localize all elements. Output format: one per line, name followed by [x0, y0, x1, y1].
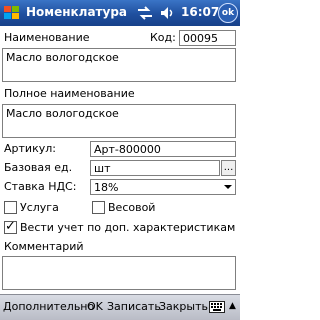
code-field[interactable]: 00095 — [179, 30, 236, 46]
bottom-toolbar: Дополнительно OK Записать Закрыть ▲ — [0, 294, 240, 320]
track-characteristics-checkbox[interactable] — [4, 219, 17, 234]
article-label: Артикул: — [4, 142, 56, 155]
unit-field[interactable]: шт — [90, 160, 220, 176]
unit-select-button[interactable]: ... — [221, 160, 236, 176]
ok-button[interactable]: OK — [87, 300, 103, 313]
window-title: Номенклатура — [26, 5, 128, 19]
volume-icon[interactable] — [158, 4, 176, 22]
weight-checkbox[interactable] — [92, 201, 105, 214]
vat-selected-value: 18% — [94, 181, 119, 194]
article-field[interactable]: Арт-800000 — [90, 141, 236, 157]
keyboard-icon[interactable] — [209, 301, 225, 313]
clock-time[interactable]: 16:07 — [181, 5, 219, 19]
track-characteristics-label: Вести учет по доп. характеристикам — [20, 221, 236, 234]
windows-start-icon[interactable] — [2, 3, 22, 23]
weight-label: Весовой — [108, 201, 156, 214]
save-button[interactable]: Записать — [107, 300, 161, 313]
code-label: Код: — [150, 31, 176, 44]
unit-label: Базовая ед. — [4, 161, 73, 174]
fullname-label: Полное наименование — [4, 87, 135, 100]
title-bar: Номенклатура 16:07 ok — [0, 0, 240, 26]
name-label: Наименование — [4, 31, 90, 44]
service-label: Услуга — [20, 201, 59, 214]
fullname-field[interactable]: Масло вологодское — [2, 104, 236, 138]
vat-label: Ставка НДС: — [4, 180, 77, 193]
service-checkbox[interactable] — [4, 201, 17, 214]
comment-label: Комментарий — [4, 240, 84, 253]
ok-close-button[interactable]: ok — [218, 3, 238, 23]
name-field[interactable]: Масло вологодское — [2, 48, 236, 82]
comment-field[interactable] — [2, 256, 236, 290]
more-menu[interactable]: Дополнительно — [3, 300, 94, 313]
vat-select[interactable]: 18% — [90, 179, 236, 195]
chevron-down-icon[interactable] — [222, 181, 234, 193]
input-panel-arrow-icon[interactable]: ▲ — [229, 301, 236, 311]
close-button[interactable]: Закрыть — [159, 300, 208, 313]
connectivity-icon[interactable] — [136, 4, 154, 22]
